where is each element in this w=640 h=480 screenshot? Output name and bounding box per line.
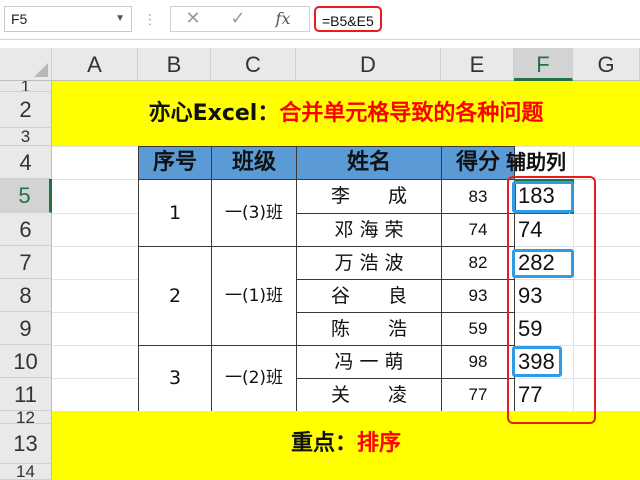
highlight-box-helper-column-bottom xyxy=(507,407,596,424)
row-header-9[interactable]: 9 xyxy=(0,312,52,345)
row-header-4[interactable]: 4 xyxy=(0,146,52,179)
highlight-box-helper-column xyxy=(507,176,596,424)
student-score: 74 xyxy=(441,213,515,247)
group-class: 一(2)班 xyxy=(211,345,297,412)
row-header-12[interactable]: 12 xyxy=(0,411,52,424)
column-header-b[interactable]: B xyxy=(138,48,211,81)
student-score: 93 xyxy=(441,279,515,313)
column-header-g[interactable]: G xyxy=(573,48,640,81)
name-box[interactable]: F5 ▼ xyxy=(4,6,132,32)
row-header-8[interactable]: 8 xyxy=(0,279,52,312)
student-name: 李 成 xyxy=(296,179,442,214)
row-header-1[interactable]: 1 xyxy=(0,81,52,92)
student-score: 98 xyxy=(441,345,515,379)
footer-text: 排序 xyxy=(357,431,402,456)
footer-prefix: 重点： xyxy=(290,431,357,456)
student-name: 邓 海 荣 xyxy=(296,213,442,247)
row-header-5[interactable]: 5 xyxy=(0,179,52,213)
column-header-f[interactable]: F xyxy=(514,48,573,81)
drag-handle-icon[interactable]: ⋮ xyxy=(143,10,157,30)
header-class: 班级 xyxy=(211,146,297,180)
student-name: 万 浩 波 xyxy=(296,246,442,280)
student-score: 82 xyxy=(441,246,515,280)
group-index: 2 xyxy=(138,246,212,346)
group-class: 一(1)班 xyxy=(211,246,297,346)
title-prefix: 亦心Excel： xyxy=(148,101,280,126)
cancel-icon[interactable]: ✕ xyxy=(176,8,210,30)
column-header-a[interactable]: A xyxy=(52,48,138,81)
chevron-down-icon[interactable]: ▼ xyxy=(115,7,125,31)
enter-icon[interactable]: ✓ xyxy=(221,8,255,30)
column-header-c[interactable]: C xyxy=(211,48,296,81)
student-name: 谷 良 xyxy=(296,279,442,313)
student-name: 陈 浩 xyxy=(296,312,442,346)
row-header-2[interactable]: 2 xyxy=(0,92,52,128)
row-header-11[interactable]: 11 xyxy=(0,378,52,411)
column-header-d[interactable]: D xyxy=(296,48,441,81)
student-score: 59 xyxy=(441,312,515,346)
student-name: 关 凌 xyxy=(296,378,442,412)
group-index: 1 xyxy=(138,179,212,247)
row-header-6[interactable]: 6 xyxy=(0,213,52,246)
column-header-e[interactable]: E xyxy=(441,48,514,81)
row-header-3[interactable]: 3 xyxy=(0,128,52,146)
row-header-13[interactable]: 13 xyxy=(0,424,52,464)
row-header-14[interactable]: 14 xyxy=(0,464,52,480)
insert-function-icon[interactable]: fx xyxy=(266,8,300,30)
row-header-7[interactable]: 7 xyxy=(0,246,52,279)
header-score: 得分 xyxy=(441,146,515,180)
group-class: 一(3)班 xyxy=(211,179,297,247)
group-index: 3 xyxy=(138,345,212,412)
header-name: 姓名 xyxy=(296,146,442,180)
header-helper: 辅助列 xyxy=(506,150,566,174)
student-name: 冯 一 萌 xyxy=(296,345,442,379)
title-banner: 亦心Excel：合并单元格导致的各种问题 xyxy=(52,81,640,146)
student-score: 83 xyxy=(441,179,515,214)
formula-text: =B5&E5 xyxy=(314,6,382,32)
student-score: 77 xyxy=(441,378,515,412)
title-text: 合并单元格导致的各种问题 xyxy=(279,101,544,126)
name-box-value: F5 xyxy=(11,11,28,27)
select-all-corner[interactable] xyxy=(0,48,52,81)
row-header-10[interactable]: 10 xyxy=(0,345,52,378)
header-index: 序号 xyxy=(138,146,212,180)
